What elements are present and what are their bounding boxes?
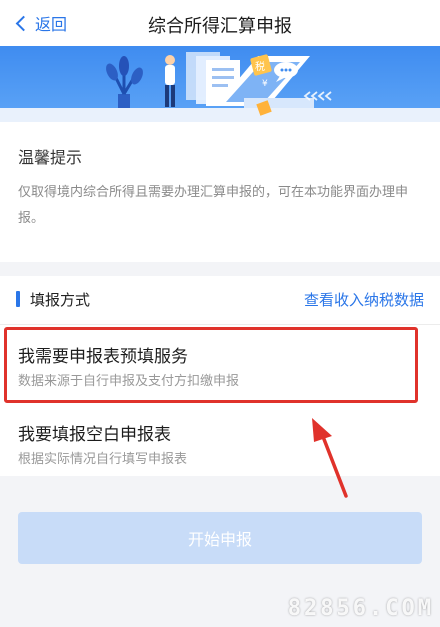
start-filing-button[interactable]: 开始申报: [18, 512, 422, 564]
banner-graphic: ¥ 税: [0, 52, 440, 122]
tip-card: 温馨提示 仅取得境内综合所得且需要办理汇算申报的，可在本功能界面办理申报。: [0, 122, 440, 262]
divider: [0, 324, 440, 325]
tip-title: 温馨提示: [18, 148, 83, 167]
watermark: 82856.COM: [287, 596, 434, 621]
person-icon: [165, 55, 175, 107]
blank-form-option[interactable]: 我要填报空白申报表 根据实际情况自行填写申报表: [0, 404, 440, 476]
option-subtitle: 根据实际情况自行填写申报表: [18, 452, 188, 467]
plant-icon: [106, 56, 143, 108]
filing-method-card: 填报方式 查看收入纳税数据 我需要申报表预填服务 数据来源于自行申报及支付方扣缴…: [0, 276, 440, 476]
page-title: 综合所得汇算申报: [148, 16, 292, 37]
header-bar: 返回 综合所得汇算申报: [0, 0, 440, 46]
annotation-arrow-icon: [312, 418, 348, 498]
red-highlight-box: [4, 327, 418, 403]
view-income-tax-data-link[interactable]: 查看收入纳税数据: [304, 289, 424, 310]
tip-text: 仅取得境内综合所得且需要办理汇算申报的，可在本功能界面办理申报。: [18, 185, 409, 226]
option-title: 我要填报空白申报表: [18, 425, 171, 445]
banner-illustration: ¥ 税: [0, 46, 440, 122]
section-marker: [16, 291, 20, 307]
svg-text:税: 税: [255, 60, 265, 73]
svg-text:¥: ¥: [262, 79, 268, 89]
section-title: 填报方式: [30, 291, 91, 309]
chevrons-left-icon: [303, 91, 332, 101]
